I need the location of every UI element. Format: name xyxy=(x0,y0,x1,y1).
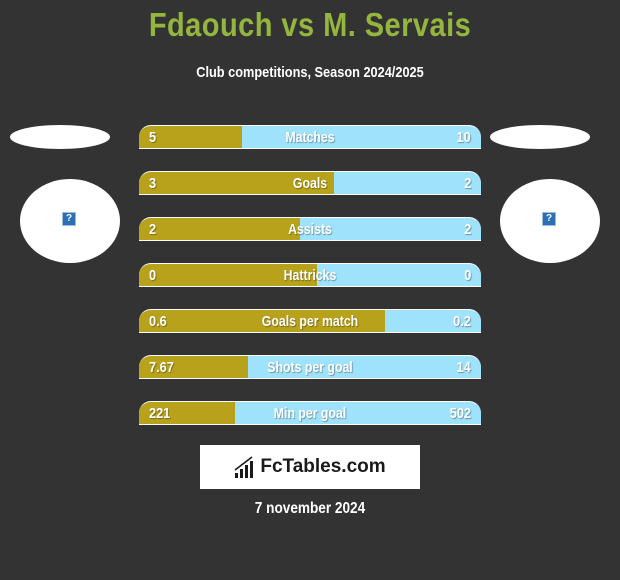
stat-label: Matches xyxy=(285,128,335,146)
left-value: 221 xyxy=(149,404,171,422)
right-player-name-placeholder xyxy=(490,125,590,149)
question-mark-icon: ? xyxy=(62,212,76,226)
right-value: 10 xyxy=(456,128,471,146)
left-value: 2 xyxy=(149,220,157,238)
date-label: 7 november 2024 xyxy=(254,500,366,517)
left-player-avatar: ? xyxy=(20,179,120,263)
stat-row-goals: 3 Goals 2 xyxy=(139,171,481,195)
left-player-name-placeholder xyxy=(10,125,110,149)
bar-chart-icon xyxy=(234,456,254,478)
stat-label: Goals per match xyxy=(261,312,359,330)
left-value: 5 xyxy=(149,128,157,146)
stat-label: Hattricks xyxy=(283,266,337,284)
logo-text: FcTables.com xyxy=(260,456,386,477)
stat-label: Goals xyxy=(292,174,328,192)
left-value: 0 xyxy=(149,266,157,284)
left-value: 3 xyxy=(149,174,157,192)
stat-row-assists: 2 Assists 2 xyxy=(139,217,481,241)
stat-row-min-per-goal: 221 Min per goal 502 xyxy=(139,401,481,425)
right-value: 2 xyxy=(463,174,471,192)
right-value: 0 xyxy=(463,266,471,284)
right-value: 2 xyxy=(463,220,471,238)
stat-row-shots-per-goal: 7.67 Shots per goal 14 xyxy=(139,355,481,379)
right-player-avatar: ? xyxy=(500,179,600,263)
right-value: 14 xyxy=(456,358,471,376)
stat-row-matches: 5 Matches 10 xyxy=(139,125,481,149)
competition-subtitle: Club competitions, Season 2024/2025 xyxy=(196,64,424,81)
stat-label: Shots per goal xyxy=(267,358,353,376)
right-value: 0.2 xyxy=(453,312,471,330)
stat-label: Min per goal xyxy=(273,404,347,422)
stat-label: Assists xyxy=(288,220,332,238)
page-title: Fdaouch vs M. Servais xyxy=(148,6,472,43)
stat-row-hattricks: 0 Hattricks 0 xyxy=(139,263,481,287)
right-value: 502 xyxy=(449,404,471,422)
left-value: 0.6 xyxy=(149,312,167,330)
fctables-logo[interactable]: FcTables.com xyxy=(200,445,420,489)
stat-row-goals-per-match: 0.6 Goals per match 0.2 xyxy=(139,309,481,333)
question-mark-icon: ? xyxy=(542,212,556,226)
